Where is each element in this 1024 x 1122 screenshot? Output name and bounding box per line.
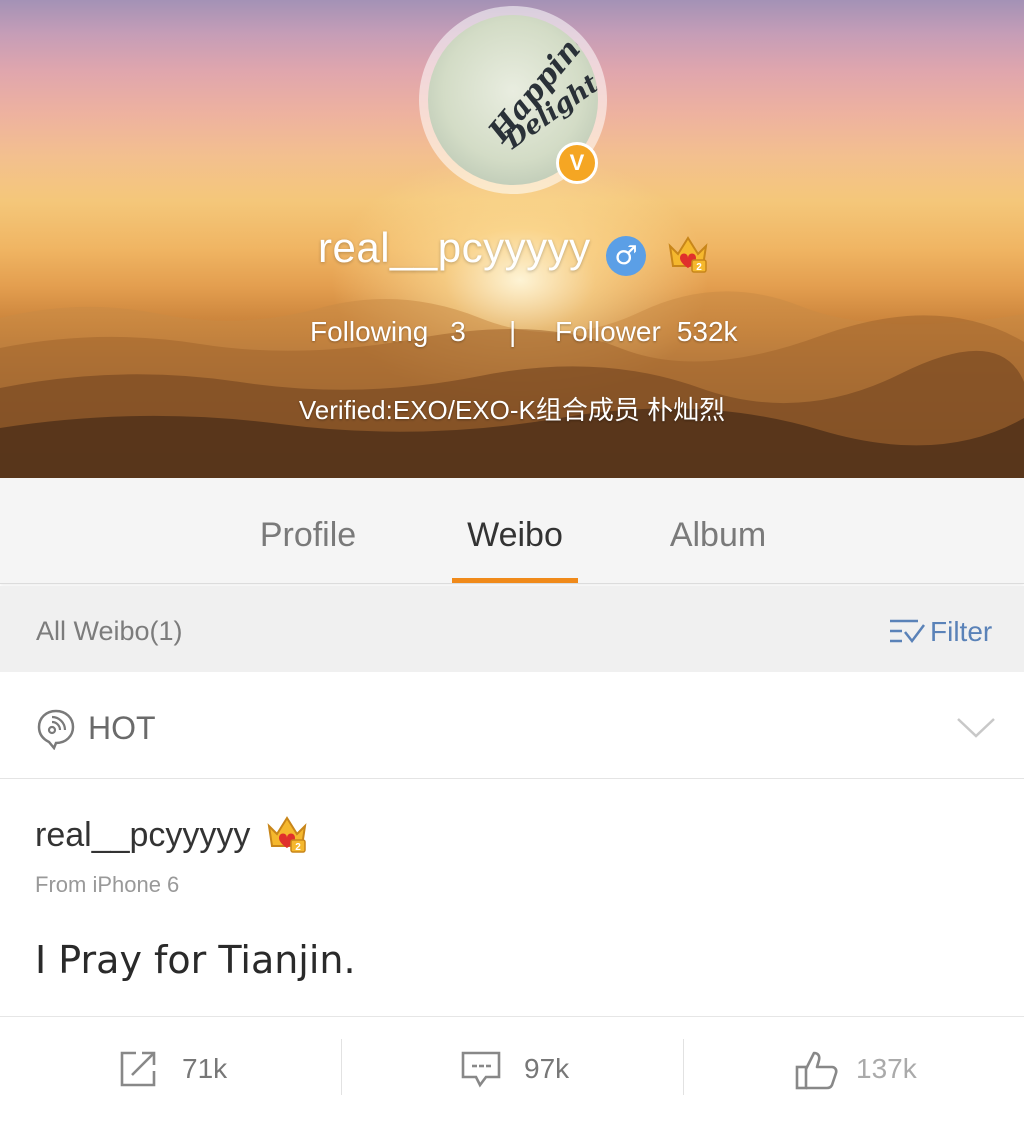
chevron-down-icon [957,718,995,738]
follower-label: Follower [555,316,661,347]
hot-label: HOT [88,710,156,746]
male-icon: ♂ [606,236,646,276]
thumbs-up-icon [795,1051,838,1090]
following-count: 3 [450,316,466,347]
tab-album[interactable]: Album [650,478,786,584]
repost-icon [120,1051,156,1087]
hot-section-toggle[interactable]: HOT [0,672,1024,779]
profile-username: real__pcyyyyy [318,224,591,271]
crown-member-icon[interactable]: 2 [666,232,710,276]
verified-description: Verified:EXO/EXO-K组合成员 朴灿烈 [298,395,726,425]
svg-text:2: 2 [295,842,301,853]
tab-profile[interactable]: Profile [230,478,386,584]
post-action-bar: 71k 97k 137k [0,1016,1024,1122]
stats-separator: | [509,316,517,347]
post-author[interactable]: real__pcyyyyy [35,816,250,855]
post-source: From iPhone 6 [35,872,180,897]
repost-count: 71k [182,1053,228,1084]
tab-weibo[interactable]: Weibo [452,478,578,584]
svg-text:2: 2 [696,262,702,273]
weibo-post[interactable]: real__pcyyyyy 2 From iPhone 6 I Pray for… [0,780,1024,1016]
following-stat[interactable]: Following 3 [310,316,466,348]
profile-stats: Following 3 | Follower 532k [0,312,1024,356]
weibo-count-label: All Weibo(1) [36,616,183,646]
filter-bar: All Weibo(1) Filter [0,586,1024,672]
post-content: I Pray for Tianjin. [35,938,356,982]
verified-v-icon: V [556,142,598,184]
following-label: Following [310,316,429,347]
like-button[interactable]: 137k [684,1017,1024,1122]
comment-icon [461,1051,501,1088]
like-count: 137k [856,1053,917,1084]
crown-member-icon[interactable]: 2 [265,812,309,856]
profile-cover: Happiness Delight V real__pcyyyyy ♂ 2 Fo… [0,0,1024,478]
hot-chat-icon [37,709,75,750]
repost-button[interactable]: 71k [0,1017,341,1122]
active-tab-indicator [452,578,578,583]
follower-count: 532k [676,316,738,347]
cover-mountains [0,291,1024,478]
filter-list-icon [890,619,925,644]
comment-count: 97k [524,1053,570,1084]
filter-label: Filter [930,616,993,647]
comment-button[interactable]: 97k [342,1017,683,1122]
profile-tabs: Profile Weibo Album [0,478,1024,584]
follower-stat[interactable]: Follower 532k [555,316,738,348]
